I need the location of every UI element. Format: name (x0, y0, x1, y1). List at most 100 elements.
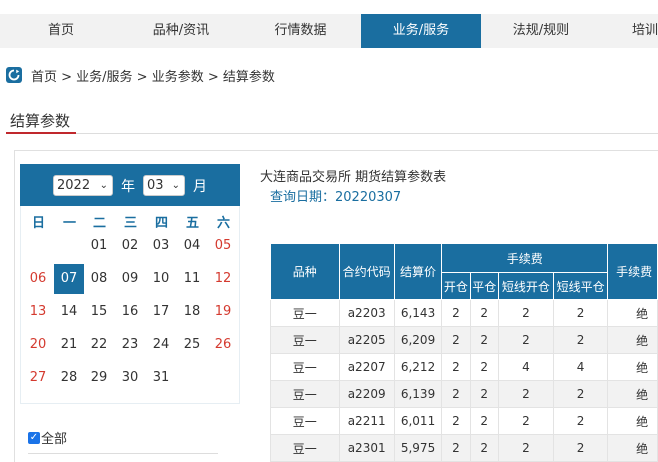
cell-open: 2 (441, 434, 471, 462)
cell-short-close: 2 (552, 326, 609, 354)
calendar-day[interactable]: 02 (115, 231, 145, 261)
nav-item-training[interactable]: 培训 (601, 14, 658, 48)
cell-contract: a2207 (338, 353, 395, 381)
cell-mode: 绝 (607, 407, 658, 435)
table-row: 豆一 a2301 5,975 2 2 2 2 绝 (270, 434, 658, 462)
calendar-day[interactable]: 26 (208, 330, 238, 360)
cell-close: 2 (469, 353, 499, 381)
table-row: 豆一 a2203 6,143 2 2 2 2 绝 (270, 299, 658, 327)
cell-short-open: 2 (497, 380, 555, 408)
table-row: 豆一 a2211 6,011 2 2 2 2 绝 (270, 407, 658, 435)
cell-mode: 绝 (607, 353, 658, 381)
cell-mode: 绝 (607, 299, 658, 327)
cell-short-close: 2 (552, 299, 609, 327)
calendar-day[interactable]: 09 (115, 264, 145, 294)
page-title: 结算参数 (10, 112, 71, 130)
calendar-day[interactable]: 18 (177, 297, 207, 327)
cell-mode: 绝 (607, 434, 658, 462)
month-select[interactable]: 03 ⌄ (143, 175, 185, 196)
report-title: 大连商品交易所 期货结算参数表 (260, 170, 447, 185)
cell-contract: a2301 (338, 434, 395, 462)
calendar-day[interactable]: 23 (115, 330, 145, 360)
calendar-day[interactable]: 24 (146, 330, 176, 360)
calendar-day[interactable]: 03 (146, 231, 176, 261)
cell-mode: 绝 (607, 380, 658, 408)
month-unit: 月 (193, 179, 207, 195)
cell-close: 2 (469, 326, 499, 354)
chevron-down-icon: ⌄ (171, 180, 180, 191)
calendar-day[interactable]: 31 (146, 363, 176, 393)
query-date: 查询日期：20220307 (270, 190, 402, 205)
calendar-day[interactable]: 21 (54, 330, 84, 360)
weekday-fri: 五 (185, 216, 199, 231)
table-row: 豆一 a2207 6,212 2 2 4 4 绝 (270, 353, 658, 381)
table-row: 豆一 a2205 6,209 2 2 2 2 绝 (270, 326, 658, 354)
weekday-thu: 四 (154, 216, 168, 231)
weekday-sun: 日 (31, 216, 45, 231)
calendar-day[interactable]: 28 (54, 363, 84, 393)
calendar-day[interactable]: 08 (84, 264, 114, 294)
calendar-day[interactable]: 14 (54, 297, 84, 327)
home-icon[interactable] (6, 67, 22, 83)
calendar-day[interactable]: 29 (84, 363, 114, 393)
header-contract: 合约代码 (338, 243, 395, 300)
cell-short-close: 2 (552, 407, 609, 435)
header-close: 平仓 (469, 272, 499, 300)
cell-variety: 豆一 (270, 353, 340, 381)
cell-variety: 豆一 (270, 407, 340, 435)
weekday-sat: 六 (216, 216, 230, 231)
calendar-day[interactable]: 10 (146, 264, 176, 294)
header-fee-mode: 手续费 (607, 243, 658, 300)
all-checkbox-row[interactable]: ✓ 全部 (28, 428, 67, 447)
cell-price: 5,975 (393, 434, 443, 462)
calendar-day[interactable]: 30 (115, 363, 145, 393)
cell-close: 2 (469, 380, 499, 408)
year-value: 2022 (57, 178, 91, 193)
header-settle-price: 结算价 (393, 243, 443, 300)
title-divider (6, 133, 658, 134)
chevron-down-icon: ⌄ (99, 180, 108, 191)
year-select[interactable]: 2022 ⌄ (53, 175, 113, 196)
calendar-day[interactable]: 06 (23, 264, 53, 294)
cell-variety: 豆一 (270, 326, 340, 354)
calendar-day[interactable]: 15 (84, 297, 114, 327)
nav-item-home[interactable]: 首页 (0, 14, 122, 48)
all-checkbox-label: 全部 (41, 432, 68, 447)
cell-contract: a2209 (338, 380, 395, 408)
calendar-day-selected[interactable]: 07 (54, 264, 84, 294)
settlement-table: 品种 合约代码 结算价 手续费 手续费 开仓 平仓 短线开仓 短线平仓 豆一 a… (270, 243, 658, 462)
weekday-wed: 三 (123, 216, 137, 231)
cell-short-close: 2 (552, 380, 609, 408)
cell-open: 2 (441, 353, 471, 381)
calendar-day[interactable]: 22 (84, 330, 114, 360)
cell-short-close: 2 (552, 434, 609, 462)
nav-item-market-data[interactable]: 行情数据 (240, 14, 361, 48)
calendar-day[interactable]: 12 (208, 264, 238, 294)
calendar-day[interactable]: 19 (208, 297, 238, 327)
cell-variety: 豆一 (270, 299, 340, 327)
calendar-day[interactable]: 25 (177, 330, 207, 360)
header-short-close: 短线平仓 (552, 272, 609, 300)
calendar-day[interactable]: 20 (23, 330, 53, 360)
calendar-day[interactable]: 27 (23, 363, 53, 393)
cell-variety: 豆一 (270, 434, 340, 462)
breadcrumb-text: 首页 > 业务/服务 > 业务参数 > 结算参数 (31, 69, 275, 85)
header-fee-group: 手续费 (441, 243, 609, 273)
cell-short-open: 2 (497, 434, 555, 462)
weekday-tue: 二 (92, 216, 106, 231)
calendar-day[interactable]: 04 (177, 231, 207, 261)
checkbox-icon[interactable]: ✓ (28, 431, 40, 444)
nav-item-business[interactable]: 业务/服务 (361, 14, 481, 48)
header-open: 开仓 (441, 272, 471, 300)
nav-item-varieties[interactable]: 品种/资讯 (122, 14, 240, 48)
calendar-day[interactable]: 01 (84, 231, 114, 261)
calendar-grid: 日 一 二 三 四 五 六 01 02 03 04 05 06 07 08 09… (20, 206, 240, 404)
calendar-day[interactable]: 17 (146, 297, 176, 327)
filter-divider (28, 453, 218, 454)
cell-short-open: 4 (497, 353, 555, 381)
calendar-day[interactable]: 11 (177, 264, 207, 294)
calendar-day[interactable]: 13 (23, 297, 53, 327)
calendar-day[interactable]: 16 (115, 297, 145, 327)
calendar-day[interactable]: 05 (208, 231, 238, 261)
nav-item-regulations[interactable]: 法规/规则 (481, 14, 601, 48)
